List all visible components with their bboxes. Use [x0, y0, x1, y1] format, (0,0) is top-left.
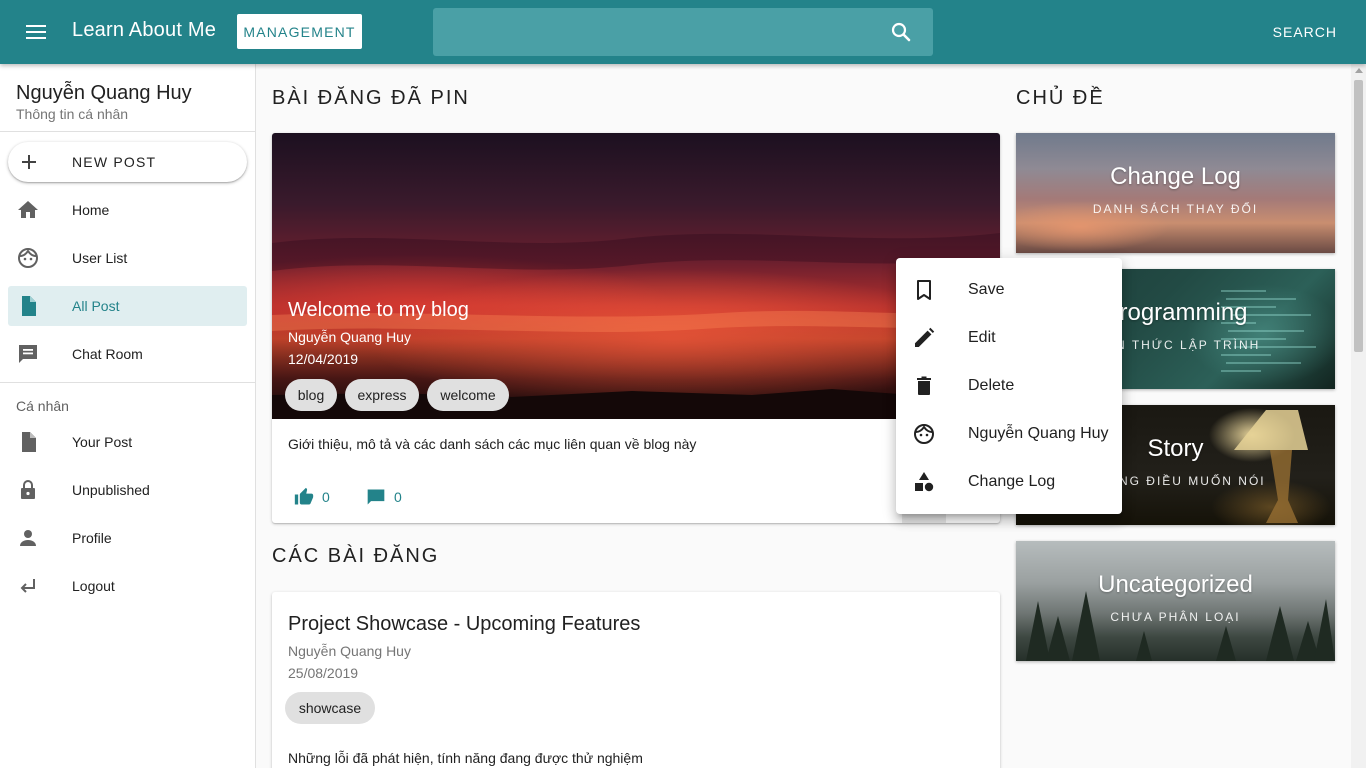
- person-icon: [20, 530, 36, 546]
- bookmark-icon: [917, 280, 931, 300]
- chat-icon: [19, 345, 37, 363]
- category-icon: [915, 472, 934, 492]
- nav-item-label: Logout: [72, 578, 115, 594]
- search-input[interactable]: [447, 8, 867, 56]
- face-icon: [914, 424, 934, 444]
- nav-item-user-list[interactable]: User List: [8, 238, 247, 278]
- nav-item-label: Chat Room: [72, 346, 143, 362]
- post-date: 25/08/2019: [288, 665, 359, 681]
- post-cover-image[interactable]: Welcome to my blog Nguyễn Quang Huy 12/0…: [272, 133, 1000, 419]
- trash-icon: [917, 376, 931, 395]
- nav-item-label: Unpublished: [72, 482, 150, 498]
- nav-item-label: Your Post: [72, 434, 133, 450]
- scroll-thumb[interactable]: [1354, 80, 1363, 352]
- app-title[interactable]: Learn About Me: [72, 19, 216, 42]
- pinned-post-author[interactable]: Nguyễn Quang Huy: [288, 329, 411, 345]
- logout-icon: [20, 579, 35, 593]
- nav-item-profile[interactable]: Profile: [8, 518, 247, 558]
- drawer-divider: [0, 382, 255, 383]
- nav-item-label: All Post: [72, 298, 120, 314]
- app-bar: Learn About Me MANAGEMENT SEARCH: [0, 0, 1366, 64]
- comment-count: 0: [394, 489, 402, 505]
- menu-icon[interactable]: [24, 20, 48, 44]
- pinned-post-description: Giới thiệu, mô tả và các danh sách các m…: [288, 436, 697, 452]
- nav-item-label: Home: [72, 202, 110, 218]
- topic-name: Change Log: [1110, 163, 1241, 190]
- drawer-user-name[interactable]: Nguyễn Quang Huy: [16, 82, 192, 105]
- menu-item-label: Delete: [968, 377, 1015, 394]
- pinned-post-title[interactable]: Welcome to my blog: [288, 299, 469, 322]
- nav-item-label: User List: [72, 250, 128, 266]
- post-title[interactable]: Project Showcase - Upcoming Features: [288, 613, 640, 636]
- topic-subtitle: DANH SÁCH THAY ĐỔI: [1092, 202, 1259, 216]
- document-icon: [22, 296, 36, 316]
- tag-chip-showcase[interactable]: showcase: [285, 692, 375, 724]
- menu-item-delete[interactable]: Delete: [896, 362, 1122, 410]
- tag-chip-welcome[interactable]: welcome: [427, 379, 509, 411]
- tag-chip-blog[interactable]: blog: [285, 379, 337, 411]
- thumb-up-icon: [294, 487, 314, 505]
- topic-card-change-log[interactable]: Change Log DANH SÁCH THAY ĐỔI: [1016, 133, 1335, 253]
- topic-name: Uncategorized: [1098, 571, 1253, 598]
- post-context-menu: Save Edit Delete Nguyễn Quang Huy Change…: [896, 258, 1122, 514]
- drawer-user-subtitle: Thông tin cá nhân: [16, 106, 129, 122]
- nav-item-chat-room[interactable]: Chat Room: [8, 334, 247, 374]
- scroll-up-arrow-icon[interactable]: [1355, 68, 1363, 73]
- post-author[interactable]: Nguyễn Quang Huy: [288, 643, 411, 659]
- search-button[interactable]: SEARCH: [1273, 24, 1337, 40]
- menu-item-edit[interactable]: Edit: [896, 314, 1122, 362]
- pencil-icon: [915, 327, 935, 347]
- tag-chip-express[interactable]: express: [345, 379, 419, 411]
- document-icon: [22, 432, 36, 452]
- drawer-divider: [0, 131, 255, 132]
- like-button[interactable]: 0: [294, 485, 330, 509]
- page-scrollbar[interactable]: [1351, 64, 1366, 768]
- pinned-post-card[interactable]: Welcome to my blog Nguyễn Quang Huy 12/0…: [272, 133, 1000, 523]
- personal-section-label: Cá nhân: [16, 398, 69, 414]
- like-count: 0: [322, 489, 330, 505]
- menu-item-label: Nguyễn Quang Huy: [968, 425, 1109, 442]
- menu-item-category[interactable]: Change Log: [896, 458, 1122, 506]
- menu-item-label: Edit: [968, 329, 996, 346]
- pinned-section-title: BÀI ĐĂNG ĐÃ PIN: [272, 87, 470, 109]
- nav-item-label: Profile: [72, 530, 112, 546]
- menu-item-author[interactable]: Nguyễn Quang Huy: [896, 410, 1122, 458]
- nav-item-your-post[interactable]: Your Post: [8, 422, 247, 462]
- nav-item-all-post[interactable]: All Post: [8, 286, 247, 326]
- new-post-label: NEW POST: [72, 154, 157, 170]
- navigation-drawer: Nguyễn Quang Huy Thông tin cá nhân NEW P…: [0, 64, 256, 768]
- lock-icon: [21, 480, 35, 499]
- menu-item-save[interactable]: Save: [896, 266, 1122, 314]
- nav-item-logout[interactable]: Logout: [8, 566, 247, 606]
- management-button[interactable]: MANAGEMENT: [237, 14, 362, 49]
- comment-icon: [367, 489, 385, 505]
- topic-subtitle: CHƯA PHÂN LOẠI: [1110, 610, 1241, 624]
- posts-section-title: CÁC BÀI ĐĂNG: [272, 545, 440, 567]
- face-icon: [18, 248, 38, 268]
- comment-button[interactable]: 0: [366, 485, 402, 509]
- topic-card-uncategorized[interactable]: Uncategorized CHƯA PHÂN LOẠI: [1016, 541, 1335, 661]
- post-description: Những lỗi đã phát hiện, tính năng đang đ…: [288, 750, 643, 766]
- search-icon[interactable]: [889, 20, 913, 44]
- home-icon: [18, 201, 38, 218]
- nav-item-unpublished[interactable]: Unpublished: [8, 470, 247, 510]
- post-card[interactable]: Project Showcase - Upcoming Features Ngu…: [272, 592, 1000, 768]
- search-box: [433, 8, 933, 56]
- menu-item-label: Change Log: [968, 473, 1056, 490]
- pinned-post-date: 12/04/2019: [288, 351, 359, 367]
- nav-item-home[interactable]: Home: [8, 190, 247, 230]
- menu-item-label: Save: [968, 281, 1005, 298]
- new-post-button[interactable]: NEW POST: [8, 142, 247, 182]
- plus-icon: [22, 155, 36, 169]
- topics-section-title: CHỦ ĐỀ: [1016, 87, 1105, 109]
